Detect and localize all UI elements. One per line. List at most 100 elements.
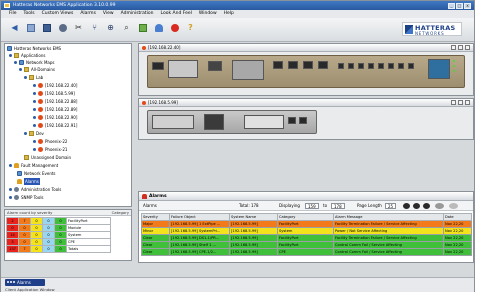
settings-icon[interactable]: [57, 22, 68, 34]
tree-item-network-maps[interactable]: Network Maps: [14, 59, 55, 66]
chart-icon[interactable]: [137, 22, 148, 34]
alarm-row[interactable]: Clear [192.168.5.99] DS1-1/PR... [192.168.…: [141, 234, 472, 242]
severity-row[interactable]: 2 7 0 0 0 FacilityPort: [6, 217, 111, 225]
list-icon[interactable]: [25, 22, 36, 34]
severity-category-cell: FacilityPort: [66, 217, 111, 225]
severity-row[interactable]: 0 0 0 0 0 Module: [6, 224, 111, 232]
restore-icon[interactable]: [451, 100, 456, 105]
tree-item-all-domains[interactable]: All-Domains: [19, 66, 55, 73]
expand-icon[interactable]: [24, 132, 27, 135]
tree-item-administration-tools[interactable]: Administration Tools: [9, 186, 61, 193]
menu-custom-views[interactable]: Custom Views: [42, 10, 74, 18]
ne-view-title: [192.168.22.40]: [148, 45, 181, 50]
search-icon[interactable]: ⌕: [121, 22, 132, 34]
tree-item-unassigned-domain[interactable]: Unassigned Domain: [24, 154, 71, 161]
page-length-select[interactable]: 25: [385, 203, 397, 209]
menu-file[interactable]: File: [9, 10, 17, 18]
alarm-row[interactable]: Minor [192.168.5.99] SystemPri... [192.168…: [141, 227, 472, 235]
tree-item-fault-management[interactable]: Fault Management: [9, 162, 58, 169]
tree-item-ne[interactable]: [192.168.22.90]: [33, 114, 77, 121]
severity-row[interactable]: 3 0 0 0 0 CPE: [6, 238, 111, 246]
tree-item-lab[interactable]: Lab: [24, 74, 43, 81]
filter-icon[interactable]: [449, 203, 458, 209]
menu-look-and-feel[interactable]: Look And Feel: [161, 10, 192, 18]
tree-item-ne[interactable]: [192.168.5.99]: [33, 90, 75, 97]
expand-icon[interactable]: [9, 196, 12, 199]
tree-item-alarms[interactable]: Alarms: [17, 178, 40, 185]
menu-alarms[interactable]: Alarms: [80, 10, 96, 18]
maximize-button[interactable]: □: [456, 2, 463, 9]
maximize-icon[interactable]: [458, 100, 463, 105]
tree-root[interactable]: Hatteras Networks EMS: [7, 45, 61, 52]
minimize-button[interactable]: _: [448, 2, 455, 9]
first-page-icon[interactable]: [403, 203, 410, 209]
expand-icon[interactable]: [33, 108, 36, 111]
expand-icon[interactable]: [33, 92, 36, 95]
expand-icon[interactable]: [14, 61, 17, 64]
alarm-row[interactable]: Major [192.168.5.99] 1 ExtPipe ... [192.16…: [141, 220, 472, 228]
tree-item-applications[interactable]: Applications: [9, 52, 45, 59]
col-alarm-message[interactable]: Alarm Message: [333, 213, 444, 221]
back-icon[interactable]: ◀: [9, 22, 20, 34]
menu-view[interactable]: View: [103, 10, 114, 18]
expand-icon[interactable]: [33, 84, 36, 87]
menu-tools[interactable]: Tools: [24, 10, 35, 18]
previous-page-icon[interactable]: [413, 203, 420, 209]
col-category[interactable]: Category: [277, 213, 334, 221]
display-from-field[interactable]: 159: [305, 203, 319, 209]
display-to-field[interactable]: 178: [331, 203, 345, 209]
close-icon[interactable]: [465, 45, 470, 50]
stop-icon[interactable]: [169, 22, 180, 34]
close-button[interactable]: x: [464, 2, 471, 9]
expand-icon[interactable]: [9, 54, 12, 57]
severity-count-cell: 0: [42, 224, 55, 232]
alarm-row[interactable]: Clear [192.168.5.99] Shelf 1 ... [192.168.…: [141, 241, 472, 249]
user-icon[interactable]: [153, 22, 164, 34]
expand-icon[interactable]: [9, 188, 12, 191]
menu-administration[interactable]: Administration: [121, 10, 154, 18]
maximize-icon[interactable]: [458, 45, 463, 50]
close-icon[interactable]: [465, 100, 470, 105]
severity-row[interactable]: 137 7 0 0 0 Totals: [6, 245, 111, 253]
tree-item-ne[interactable]: [192.168.22.89]: [33, 106, 77, 113]
node-icon[interactable]: ⊕: [105, 22, 116, 34]
tree-item-dev[interactable]: Dev: [24, 130, 44, 137]
refresh-icon[interactable]: [435, 203, 444, 209]
alarm-row[interactable]: Clear [192.168.5.99] CPE-1/2... [192.168.5…: [141, 248, 472, 256]
fork-icon[interactable]: ⑂: [89, 22, 100, 34]
col-system-name[interactable]: System Name: [229, 213, 278, 221]
expand-icon[interactable]: [9, 164, 12, 167]
menu-window[interactable]: Window: [199, 10, 217, 18]
tree-item-snmp-tools[interactable]: SNMP Tools: [9, 194, 44, 201]
restore-icon[interactable]: [451, 45, 456, 50]
severity-row[interactable]: 14 0 0 0 0 System: [6, 231, 111, 239]
chassis-image[interactable]: [147, 110, 317, 134]
tree-item-ne[interactable]: [192.168.22.40]: [33, 82, 77, 89]
col-severity[interactable]: Severity: [141, 213, 170, 221]
col-failure-object[interactable]: Failure Object: [169, 213, 230, 221]
connector-icon: [232, 60, 264, 80]
expand-icon[interactable]: [33, 140, 36, 143]
expand-icon[interactable]: [33, 116, 36, 119]
tree-item-ne[interactable]: [192.168.22.88]: [33, 98, 77, 105]
tree-item-network-events[interactable]: Network Events: [17, 170, 56, 177]
tree-item-ne[interactable]: [192.168.22.91]: [33, 122, 77, 129]
tree-item-ne[interactable]: Phoenix-21: [33, 146, 67, 153]
alarms-task-tab[interactable]: Alarms: [5, 279, 45, 286]
tree-item-ne[interactable]: Phoenix-22: [33, 138, 67, 145]
expand-icon[interactable]: [33, 100, 36, 103]
expand-icon[interactable]: [33, 148, 36, 151]
scissors-icon[interactable]: ✂: [73, 22, 84, 34]
save-icon[interactable]: [41, 22, 52, 34]
help-icon[interactable]: ?: [185, 22, 196, 34]
col-date[interactable]: Date: [443, 213, 472, 221]
expand-icon[interactable]: [33, 124, 36, 127]
menu-help[interactable]: Help: [224, 10, 234, 18]
chassis-image[interactable]: [147, 55, 465, 88]
expand-icon[interactable]: [19, 68, 22, 71]
alarm-severity-cell: Clear: [141, 241, 170, 249]
next-page-icon[interactable]: [423, 203, 430, 209]
ne-view-header: [192.168.22.40]: [139, 44, 473, 52]
hatteras-logo: HATTERAS NETWORKS: [402, 22, 462, 36]
expand-icon[interactable]: [24, 76, 27, 79]
